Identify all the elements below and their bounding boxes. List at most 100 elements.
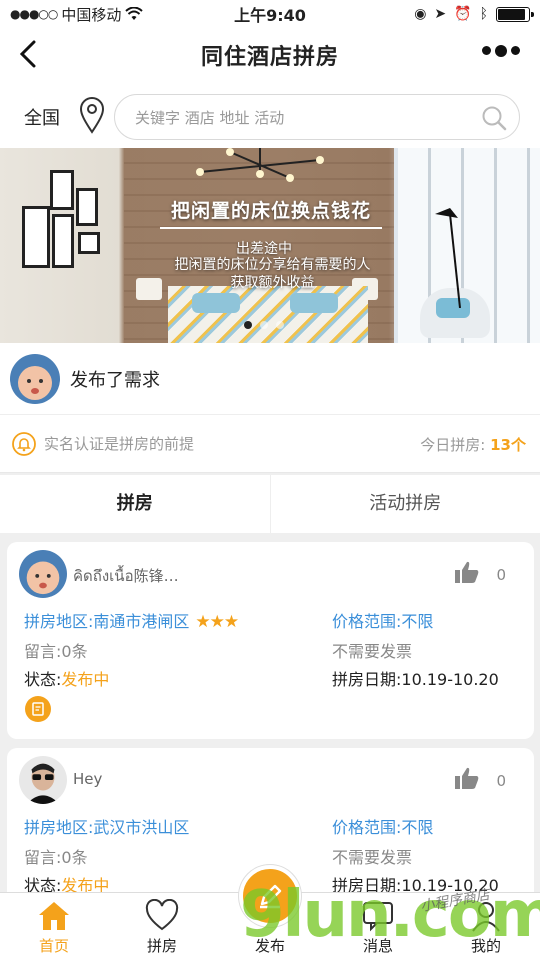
- pencil-icon: [260, 884, 282, 909]
- search-placeholder: 关键字 酒店 地址 活动: [135, 108, 285, 127]
- baby-avatar-icon: [10, 353, 60, 404]
- pager-dot[interactable]: [276, 321, 284, 329]
- bell-icon: [12, 431, 36, 456]
- publish-notice[interactable]: 发布了需求: [0, 343, 540, 415]
- tabbar-label: 发布: [254, 937, 285, 955]
- lock-rotation-icon: ◉: [414, 6, 427, 22]
- location-pin-icon[interactable]: [78, 96, 106, 134]
- status-row: 状态:发布中: [24, 666, 109, 690]
- back-button[interactable]: [14, 38, 42, 70]
- area-value: 南通市港闸区: [93, 612, 190, 631]
- home-icon: [39, 902, 69, 930]
- comment-count: 留言:0条: [24, 642, 88, 661]
- today-count-label: 今日拼房:: [420, 436, 486, 454]
- today-count: 今日拼房: 13个: [420, 434, 526, 455]
- like-count: 0: [496, 772, 506, 790]
- notice-text: 发布了需求: [70, 369, 160, 391]
- tabbar-label: 首页: [38, 937, 69, 955]
- wall-picture: [76, 188, 98, 226]
- comment-count: 留言:0条: [24, 848, 88, 867]
- wall-picture: [52, 214, 74, 268]
- tabbar-publish[interactable]: 发布: [216, 865, 324, 960]
- share-date: 拼房日期:10.19-10.20: [332, 670, 499, 689]
- publish-button[interactable]: [239, 865, 301, 927]
- heart-icon: [145, 899, 179, 931]
- banner-subtitle-line: 获取额外收益: [230, 275, 315, 291]
- signal-icon: ●●●○○: [10, 7, 58, 21]
- status-badge: 发布中: [61, 670, 110, 689]
- area-label: 拼房地区:: [24, 612, 94, 631]
- username: คิดถึงเนื้อ陈锋…: [73, 567, 179, 585]
- chevron-left-icon: [19, 40, 36, 68]
- alarm-icon: ⏰: [454, 6, 472, 22]
- tabbar-messages[interactable]: 消息: [324, 893, 432, 960]
- status-label: 状态:: [24, 670, 62, 689]
- area-label: 拼房地区:: [24, 818, 94, 837]
- edit-badge: [25, 696, 51, 722]
- thumbs-up-icon[interactable]: [454, 766, 480, 790]
- banner-title: 把闲置的床位换点钱花: [160, 196, 382, 229]
- area-row: 拼房地区:武汉市洪山区: [24, 814, 189, 838]
- note-icon: [32, 702, 44, 716]
- post-card[interactable]: คิดถึงเนื้อ陈锋… 0 拼房地区:南通市港闸区 ★★★ 留言:0条 状态…: [7, 542, 534, 739]
- floor-lamp-icon: [435, 208, 461, 308]
- pager-dot[interactable]: [260, 321, 268, 329]
- chandelier-icon: [196, 148, 324, 182]
- bluetooth-icon: ᛒ: [479, 6, 488, 22]
- wall-picture: [78, 232, 100, 254]
- carrier-label: 中国移动: [61, 5, 122, 24]
- price-range: 价格范围:不限: [332, 612, 434, 631]
- app-screen: ●●●○○ 中国移动 上午9:40 ◉ ➤ ⏰ ᛒ 同住酒店拼房 全国 关键字 …: [0, 0, 540, 960]
- pillow: [290, 293, 338, 313]
- banner-subtitle-line: 把闲置的床位分享给有需要的人: [174, 257, 371, 273]
- more-dot: [495, 44, 507, 57]
- tab-event-room-share[interactable]: 活动拼房: [269, 475, 540, 533]
- more-dot: [482, 46, 491, 55]
- nav-bar: 同住酒店拼房: [0, 28, 540, 82]
- status-time: 上午9:40: [234, 6, 306, 25]
- banner-subtitle: 把闲置的床位分享给有需要的人 获取额外收益: [150, 256, 395, 292]
- battery-icon: [496, 6, 534, 22]
- location-arrow-icon: ➤: [434, 6, 447, 22]
- price-range: 价格范围:不限: [332, 818, 434, 837]
- wall-picture: [50, 170, 74, 210]
- avatar[interactable]: [19, 550, 67, 598]
- like-count: 0: [496, 566, 506, 584]
- region-selector[interactable]: 全国: [24, 104, 60, 130]
- today-count-value: 13个: [490, 436, 526, 454]
- tab-room-share[interactable]: 拼房: [0, 475, 270, 533]
- username: Hey: [73, 770, 103, 788]
- tabbar-label: 我的: [470, 937, 501, 955]
- page-title: 同住酒店拼房: [200, 45, 339, 70]
- more-button[interactable]: [482, 44, 520, 57]
- avatar[interactable]: [19, 756, 67, 804]
- tabbar-room-share[interactable]: 拼房: [108, 893, 216, 960]
- thumbs-up-icon[interactable]: [454, 560, 480, 584]
- invoice-info: 不需要发票: [332, 642, 413, 661]
- wifi-icon: [125, 7, 144, 20]
- avatar: [10, 353, 60, 404]
- tabbar-label: 消息: [362, 937, 393, 955]
- more-dot: [511, 46, 520, 55]
- status-bar: ●●●○○ 中国移动 上午9:40 ◉ ➤ ⏰ ᛒ: [0, 0, 540, 28]
- search-icon[interactable]: [481, 105, 507, 131]
- pager-dot[interactable]: [244, 321, 252, 329]
- star-rating: ★★★: [195, 612, 239, 632]
- wall-picture: [22, 206, 50, 268]
- area-value: 武汉市洪山区: [93, 818, 190, 837]
- baby-avatar-icon: [19, 550, 67, 598]
- banner-hint: 出差途中: [236, 241, 292, 257]
- category-tabs: 拼房 活动拼房: [0, 475, 540, 533]
- invoice-info: 不需要发票: [332, 848, 413, 867]
- tabbar-home[interactable]: 首页: [0, 893, 108, 960]
- man-avatar-icon: [19, 756, 67, 804]
- banner-pager: [244, 321, 284, 329]
- message-icon: [363, 902, 393, 932]
- tabbar-label: 拼房: [146, 937, 177, 955]
- search-row: 全国 关键字 酒店 地址 活动: [0, 82, 540, 148]
- status-left: ●●●○○ 中国移动: [10, 4, 190, 25]
- search-input[interactable]: 关键字 酒店 地址 活动: [114, 94, 520, 140]
- status-right: ◉ ➤ ⏰ ᛒ: [350, 6, 534, 22]
- promo-banner[interactable]: 把闲置的床位换点钱花 出差途中 把闲置的床位分享给有需要的人 获取额外收益: [0, 148, 540, 343]
- verify-tip: 实名认证是拼房的前提 今日拼房: 13个: [0, 415, 540, 473]
